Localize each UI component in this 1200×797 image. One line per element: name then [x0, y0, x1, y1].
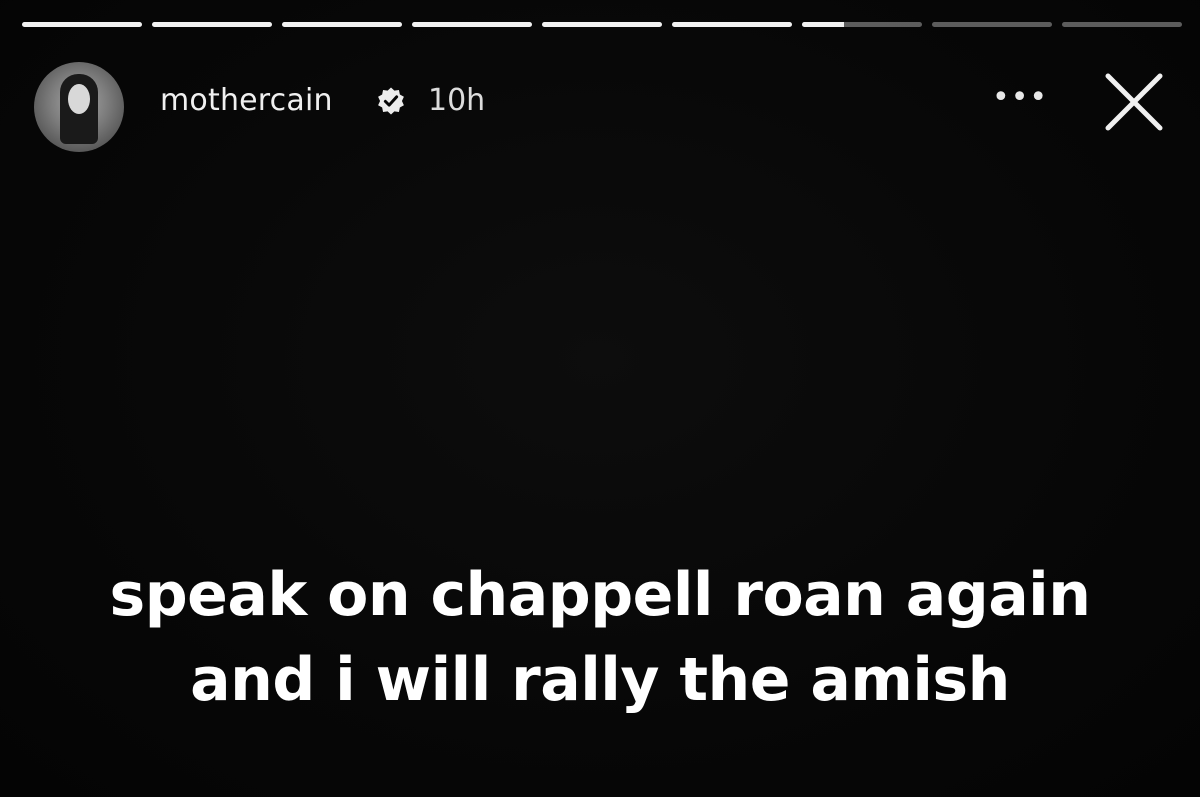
- story-viewer[interactable]: mothercain 10h ••• speak on chappell roa…: [0, 0, 1200, 797]
- profile-avatar[interactable]: [34, 62, 124, 152]
- progress-segment: [282, 22, 402, 27]
- post-time: 10h: [428, 83, 486, 118]
- progress-segment: [22, 22, 142, 27]
- verified-badge-icon: [378, 87, 404, 115]
- progress-segment-fill: [152, 22, 272, 27]
- progress-segment: [932, 22, 1052, 27]
- progress-segment-fill: [282, 22, 402, 27]
- caption-line-2: and i will rally the amish: [190, 645, 1010, 715]
- caption-line-1: speak on chappell roan again: [109, 560, 1091, 630]
- story-progress-bar: [22, 22, 1182, 28]
- progress-segment-fill: [22, 22, 142, 27]
- more-options-icon[interactable]: •••: [992, 83, 1047, 113]
- progress-segment: [152, 22, 272, 27]
- avatar-face: [68, 84, 90, 114]
- progress-segment-fill: [802, 22, 844, 27]
- progress-segment: [802, 22, 922, 27]
- progress-segment: [412, 22, 532, 27]
- progress-segment: [1062, 22, 1182, 27]
- progress-segment: [672, 22, 792, 27]
- progress-segment-fill: [672, 22, 792, 27]
- progress-segment-fill: [412, 22, 532, 27]
- close-icon[interactable]: [1100, 68, 1168, 136]
- progress-segment-fill: [542, 22, 662, 27]
- progress-segment: [542, 22, 662, 27]
- username[interactable]: mothercain: [160, 84, 333, 118]
